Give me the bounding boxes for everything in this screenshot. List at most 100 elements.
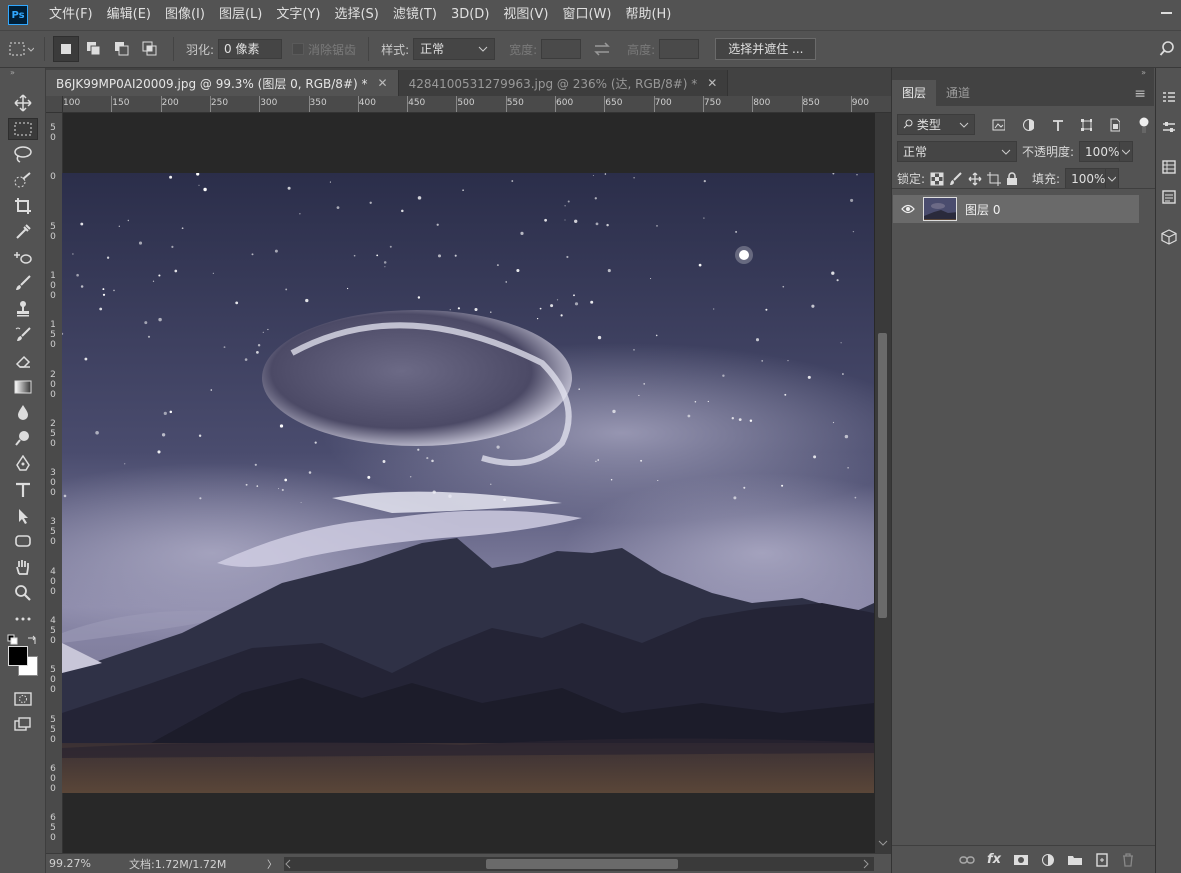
hand-tool[interactable] [0, 554, 46, 580]
lock-pixels-icon[interactable] [949, 171, 963, 186]
layer-kind-filter[interactable]: 类型 [897, 114, 976, 135]
layer-style-icon[interactable]: fx [987, 852, 1001, 867]
move-tool[interactable] [0, 90, 46, 116]
tab-channels[interactable]: 通道 [936, 80, 981, 106]
menu-item[interactable]: 编辑(E) [100, 0, 158, 30]
tab-layers[interactable]: 图层 [892, 80, 937, 106]
menu-item[interactable]: 3D(D) [444, 0, 496, 30]
screen-mode-button[interactable] [0, 712, 46, 738]
new-selection-button[interactable] [53, 36, 79, 62]
close-icon[interactable]: ✕ [378, 76, 388, 90]
default-colors-icon[interactable] [7, 634, 19, 646]
history-brush-tool[interactable] [0, 322, 46, 348]
properties-panel-button[interactable] [1156, 84, 1181, 110]
close-icon[interactable]: ✕ [707, 76, 717, 90]
document-tab-active[interactable]: B6JK99MP0AI20009.jpg @ 99.3% (图层 0, RGB/… [46, 70, 399, 96]
add-mask-icon[interactable] [1013, 854, 1029, 866]
horizontal-scrollbar[interactable] [284, 857, 874, 871]
shape-layer-filter-icon[interactable] [1080, 118, 1093, 132]
panel-menu-icon[interactable]: ≡ [1134, 86, 1146, 102]
select-and-mask-button[interactable]: 选择并遮住 ... [715, 38, 817, 60]
lock-transparent-icon[interactable] [930, 172, 944, 186]
blur-tool[interactable] [0, 400, 46, 426]
document-tab[interactable]: 4284100531279963.jpg @ 236% (达, RGB/8#) … [398, 70, 729, 96]
path-selection-tool[interactable] [0, 503, 46, 529]
vertical-scroll-thumb[interactable] [878, 333, 887, 618]
foreground-color-swatch[interactable] [8, 645, 28, 666]
zoom-level[interactable]: 99.27% [49, 857, 129, 870]
layer-name[interactable]: 图层 0 [965, 201, 1000, 218]
height-input[interactable] [659, 39, 700, 59]
minimize-icon[interactable] [1161, 6, 1173, 18]
zoom-tool[interactable] [0, 580, 46, 606]
layer-visibility-toggle[interactable] [893, 204, 923, 214]
adjustment-layer-filter-icon[interactable] [1022, 118, 1034, 132]
adjustment-layer-icon[interactable] [1041, 853, 1055, 867]
vertical-scrollbar[interactable] [875, 113, 891, 853]
width-input[interactable] [541, 39, 582, 59]
menu-item[interactable]: 滤镜(T) [386, 0, 444, 30]
lock-artboard-icon[interactable] [987, 171, 1002, 186]
antialias-checkbox[interactable] [292, 43, 305, 55]
fill-input[interactable]: 100% [1065, 168, 1120, 189]
smart-object-filter-icon[interactable] [1109, 118, 1120, 132]
menu-item[interactable]: 文件(F) [42, 0, 100, 30]
eraser-tool[interactable] [0, 348, 46, 374]
scroll-right-icon[interactable] [862, 859, 870, 869]
delete-layer-icon[interactable] [1121, 852, 1135, 867]
tool-preset-picker[interactable] [8, 36, 34, 62]
status-menu-arrow[interactable]: 〉 [267, 856, 277, 871]
swap-dimensions-icon[interactable] [593, 41, 611, 57]
swap-colors-icon[interactable] [26, 634, 38, 646]
intersect-selection-button[interactable] [137, 36, 163, 62]
scroll-down-icon[interactable] [878, 839, 888, 847]
shape-tool[interactable] [0, 529, 46, 555]
style-select[interactable]: 正常 [413, 38, 496, 60]
menu-item[interactable]: 图像(I) [158, 0, 212, 30]
blend-mode-select[interactable]: 正常 [897, 141, 1017, 162]
add-selection-button[interactable] [81, 36, 107, 62]
eyedropper-tool[interactable] [0, 219, 46, 245]
menu-item[interactable]: 选择(S) [327, 0, 385, 30]
new-group-icon[interactable] [1067, 854, 1083, 866]
new-layer-icon[interactable] [1095, 852, 1109, 867]
horizontal-scroll-thumb[interactable] [486, 859, 678, 869]
menu-item[interactable]: 图层(L) [212, 0, 269, 30]
marquee-tool[interactable] [0, 116, 46, 142]
libraries-panel-button[interactable] [1156, 184, 1181, 210]
type-tool[interactable] [0, 477, 46, 503]
gradient-tool[interactable] [0, 374, 46, 400]
collapse-toolbar-icon[interactable]: » [0, 68, 45, 78]
quick-mask-button[interactable] [0, 686, 46, 712]
pen-tool[interactable] [0, 451, 46, 477]
lasso-tool[interactable] [0, 142, 46, 168]
feather-input[interactable]: 0 像素 [218, 39, 283, 59]
filter-toggle-icon[interactable] [1138, 116, 1149, 134]
quick-select-tool[interactable] [0, 167, 46, 193]
type-layer-filter-icon[interactable] [1051, 118, 1063, 132]
history-panel-button[interactable] [1156, 154, 1181, 180]
search-icon[interactable] [1159, 41, 1175, 57]
canvas-image[interactable] [62, 173, 874, 793]
more-tools[interactable] [0, 606, 46, 632]
opacity-input[interactable]: 100% [1079, 141, 1134, 162]
scroll-left-icon[interactable] [284, 859, 292, 869]
healing-brush-tool[interactable] [0, 245, 46, 271]
subtract-selection-button[interactable] [109, 36, 135, 62]
crop-tool[interactable] [0, 193, 46, 219]
link-layers-icon[interactable] [959, 855, 975, 865]
clone-stamp-tool[interactable] [0, 296, 46, 322]
panel-collapse-bar[interactable]: » [892, 68, 1154, 80]
brush-tool[interactable] [0, 271, 46, 297]
dodge-tool[interactable] [0, 425, 46, 451]
layer-row[interactable]: 图层 0 [893, 195, 1139, 223]
lock-all-icon[interactable] [1006, 171, 1018, 186]
ruler-origin[interactable] [46, 96, 63, 113]
pixel-layer-filter-icon[interactable] [992, 119, 1005, 131]
menu-item[interactable]: 视图(V) [496, 0, 555, 30]
menu-item[interactable]: 窗口(W) [555, 0, 618, 30]
3d-panel-button[interactable] [1156, 224, 1181, 250]
lock-position-icon[interactable] [968, 172, 982, 186]
collapse-panel-icon[interactable]: » [1141, 68, 1146, 77]
adjustments-panel-button[interactable] [1156, 114, 1181, 140]
